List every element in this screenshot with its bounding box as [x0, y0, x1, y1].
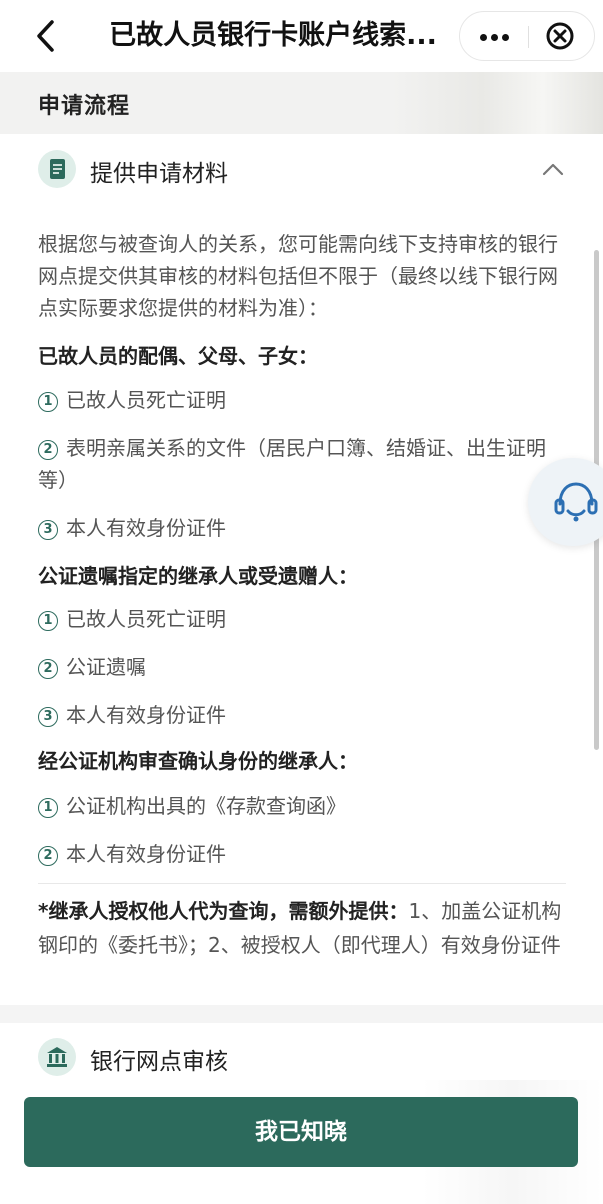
list-item-text: 本人有效身份证件 — [66, 703, 226, 727]
list-item-text: 公证机构出具的《存款查询函》 — [66, 794, 346, 818]
number-badge: 2 — [38, 659, 58, 679]
list-item-text: 已故人员死亡证明 — [66, 388, 226, 412]
list-item-text: 已故人员死亡证明 — [66, 607, 226, 631]
intro-text: 根据您与被查询人的关系，您可能需向线下支持审核的银行网点提交供其审核的材料包括但… — [38, 232, 558, 320]
chevron-left-icon — [37, 20, 54, 52]
list-item: 1 已故人员死亡证明 — [38, 384, 568, 416]
close-circle-icon — [546, 22, 574, 50]
collapse-button[interactable] — [536, 152, 570, 186]
page-title: 已故人员银行卡账户线索... — [109, 20, 437, 51]
divider — [38, 883, 566, 884]
step-title-bank-review: 银行网点审核 — [90, 1049, 228, 1075]
list-item-text: 表明亲属关系的文件（居民户口簿、结婚证、出生证明等） — [38, 436, 546, 492]
list-item: 2 公证遗嘱 — [38, 651, 568, 683]
number-badge: 2 — [38, 440, 58, 460]
list-item: 2 表明亲属关系的文件（居民户口簿、结婚证、出生证明等） — [38, 432, 568, 496]
customer-service-button[interactable] — [528, 458, 603, 546]
authorization-note: *继承人授权他人代为查询，需额外提供：1、加盖公证机构钢印的《委托书》；2、被授… — [38, 894, 570, 962]
section-title: 申请流程 — [38, 94, 131, 119]
number-badge: 2 — [38, 846, 58, 866]
chevron-up-icon — [542, 163, 564, 176]
close-button[interactable] — [529, 12, 595, 60]
number-badge: 1 — [38, 798, 58, 818]
list-item-text: 公证遗嘱 — [66, 655, 146, 679]
group-heading: 经公证机构审查确认身份的继承人： — [38, 749, 358, 773]
list-item: 1 公证机构出具的《存款查询函》 — [38, 790, 568, 822]
bank-icon — [38, 1038, 76, 1076]
number-badge: 1 — [38, 611, 58, 631]
mini-program-capsule — [459, 11, 595, 61]
list-item: 1 已故人员死亡证明 — [38, 603, 568, 635]
number-badge: 3 — [38, 707, 58, 727]
more-dots-icon — [480, 34, 487, 41]
more-button[interactable] — [460, 12, 528, 60]
back-button[interactable] — [30, 14, 66, 58]
group-heading: 已故人员的配偶、父母、子女： — [38, 344, 318, 368]
headset-icon — [554, 482, 598, 522]
top-nav-bar: 已故人员银行卡账户线索... — [0, 0, 603, 72]
list-item: 3 本人有效身份证件 — [38, 699, 568, 731]
number-badge: 1 — [38, 392, 58, 412]
step-title-materials: 提供申请材料 — [90, 161, 228, 187]
list-item-text: 本人有效身份证件 — [66, 516, 226, 540]
confirm-button[interactable]: 我已知晓 — [24, 1097, 578, 1167]
list-item-text: 本人有效身份证件 — [66, 842, 226, 866]
list-item: 2 本人有效身份证件 — [38, 838, 568, 870]
note-label: *继承人授权他人代为查询，需额外提供： — [38, 899, 409, 923]
list-item: 3 本人有效身份证件 — [38, 512, 568, 544]
section-gap — [0, 1005, 603, 1023]
document-icon — [38, 150, 76, 188]
number-badge: 3 — [38, 520, 58, 540]
section-header: 申请流程 — [0, 72, 603, 134]
group-heading: 公证遗嘱指定的继承人或受遗赠人： — [38, 564, 358, 588]
